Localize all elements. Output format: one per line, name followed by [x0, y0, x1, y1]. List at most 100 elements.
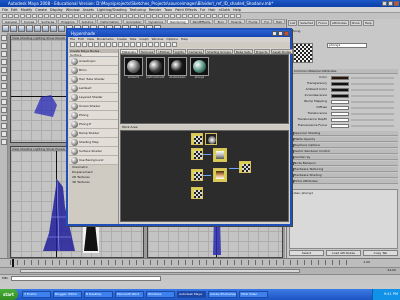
- status-line-tool-icon[interactable]: [26, 14, 31, 18]
- attribute-slider[interactable]: [351, 124, 394, 127]
- attribute-slider[interactable]: [351, 76, 394, 79]
- create-node-item[interactable]: Layered Shader: [69, 93, 118, 102]
- attribute-editor-button[interactable]: Select: [289, 250, 324, 256]
- attribute-editor-tab[interactable]: Attributes: [329, 20, 349, 26]
- taskbar-task[interactable]: Adobe Photoshop: [208, 291, 237, 298]
- attribute-field[interactable]: [331, 87, 349, 92]
- toolbox-tool-icon[interactable]: [1, 67, 7, 73]
- hypershade-tool-icon[interactable]: [136, 42, 141, 47]
- shader-node[interactable]: [191, 148, 203, 160]
- toolbox-tool-icon[interactable]: [1, 139, 7, 145]
- menu-item[interactable]: Fur: [200, 7, 205, 12]
- material-thumbnail[interactable]: lambert1: [124, 57, 143, 81]
- status-line-tool-icon[interactable]: [206, 14, 211, 18]
- hypershade-tool-icon[interactable]: [148, 42, 153, 47]
- status-line-tool-icon[interactable]: [38, 14, 43, 18]
- attribute-slider[interactable]: [351, 100, 394, 103]
- minimize-button[interactable]: [382, 1, 387, 6]
- attribute-section[interactable]: Specular Shading: [289, 131, 398, 136]
- status-line-tool-icon[interactable]: [74, 14, 79, 18]
- start-button[interactable]: start: [0, 289, 18, 300]
- material-tab-area[interactable]: lambert1 particleCloud1 shaderGlow1 phong1: [120, 54, 289, 124]
- attribute-editor-tab[interactable]: Help: [362, 20, 374, 26]
- hypershade-tool-icon[interactable]: [142, 42, 147, 47]
- status-line-tool-icon[interactable]: [218, 14, 223, 18]
- create-node-item[interactable]: Ocean Shader: [69, 102, 118, 111]
- attribute-section[interactable]: mental ray: [289, 155, 398, 160]
- status-line-tool-icon[interactable]: [44, 14, 49, 18]
- attribute-slider[interactable]: [351, 112, 394, 115]
- attribute-editor-tab[interactable]: Show: [349, 20, 362, 26]
- attribute-field[interactable]: [331, 117, 349, 122]
- status-line-tool-icon[interactable]: [182, 14, 187, 18]
- create-node-item[interactable]: Hair Tube Shader: [69, 75, 118, 84]
- hypershade-tool-icon[interactable]: [124, 42, 129, 47]
- command-input[interactable]: [11, 275, 162, 281]
- hypershade-tool-icon[interactable]: [130, 42, 135, 47]
- toolbox-tool-icon[interactable]: [1, 131, 7, 137]
- attribute-editor-button[interactable]: Copy Tab: [363, 250, 398, 256]
- maximize-button[interactable]: [388, 1, 393, 6]
- status-line-tool-icon[interactable]: [116, 14, 121, 18]
- time-slider[interactable]: 1.00: [0, 258, 400, 268]
- hypershade-tool-icon[interactable]: [106, 42, 111, 47]
- work-area[interactable]: [120, 130, 289, 222]
- attribute-field[interactable]: [331, 99, 349, 104]
- shelf-tool-icon[interactable]: [26, 25, 33, 32]
- attribute-slider[interactable]: [351, 118, 394, 121]
- shelf-tool-icon[interactable]: [34, 25, 41, 32]
- status-line-tool-icon[interactable]: [188, 14, 193, 18]
- attribute-editor-tab[interactable]: Selected: [298, 20, 316, 26]
- shelf-tool-icon[interactable]: [10, 25, 17, 32]
- menu-item[interactable]: Paint Effects: [175, 7, 197, 12]
- shader-name-field[interactable]: phong1: [327, 43, 367, 48]
- toolbox-tool-icon[interactable]: [1, 59, 7, 65]
- menu-item[interactable]: Toon: [164, 7, 172, 12]
- menu-item[interactable]: Display: [50, 7, 63, 12]
- menu-item[interactable]: Hair: [208, 7, 215, 12]
- notes-panel[interactable]: Notes: phong1: [289, 189, 398, 249]
- toolbox-tool-icon[interactable]: [1, 51, 7, 57]
- menu-item[interactable]: nCloth: [219, 7, 230, 12]
- hypershade-tool-icon[interactable]: [76, 42, 81, 47]
- status-line-tool-icon[interactable]: [20, 14, 25, 18]
- status-line-tool-icon[interactable]: [56, 14, 61, 18]
- shader-node[interactable]: [191, 187, 203, 199]
- shader-node[interactable]: [213, 168, 227, 182]
- attribute-slider[interactable]: [351, 94, 394, 97]
- attribute-section[interactable]: Common Material Attributes: [289, 69, 398, 74]
- attribute-editor-tab[interactable]: List: [288, 20, 298, 26]
- status-line-tool-icon[interactable]: [92, 14, 97, 18]
- status-line-tool-icon[interactable]: [194, 14, 199, 18]
- menu-item[interactable]: Modify: [21, 7, 33, 12]
- status-line-tool-icon[interactable]: [236, 14, 241, 18]
- create-node-item[interactable]: Shading Map: [69, 138, 118, 147]
- status-line-tool-icon[interactable]: [80, 14, 85, 18]
- taskbar-task[interactable]: Windows: [146, 291, 175, 298]
- menu-item[interactable]: Texturing: [130, 7, 146, 12]
- attribute-section[interactable]: Extra Attributes: [289, 179, 398, 184]
- attribute-field[interactable]: [331, 123, 349, 128]
- status-line-tool-icon[interactable]: [104, 14, 109, 18]
- status-line-tool-icon[interactable]: [158, 14, 163, 18]
- status-line-tool-icon[interactable]: [86, 14, 91, 18]
- attribute-field[interactable]: [331, 105, 349, 110]
- status-line-tool-icon[interactable]: [32, 14, 37, 18]
- attribute-field[interactable]: [331, 93, 349, 98]
- menu-item[interactable]: File: [2, 7, 8, 12]
- attribute-section[interactable]: Hardware Shading: [289, 173, 398, 178]
- taskbar-task[interactable]: 3 Firefox: [22, 291, 51, 298]
- create-node-item[interactable]: Use Background: [69, 156, 118, 165]
- status-line-tool-icon[interactable]: [2, 14, 7, 18]
- material-thumbnail[interactable]: particleCloud1: [146, 57, 165, 81]
- menu-item[interactable]: Assets: [83, 7, 94, 12]
- create-node-item[interactable]: Lambert: [69, 84, 118, 93]
- maximize-button[interactable]: [278, 31, 283, 36]
- attribute-field[interactable]: [331, 75, 349, 80]
- attribute-slider[interactable]: [351, 106, 394, 109]
- status-line-tool-icon[interactable]: [50, 14, 55, 18]
- attribute-editor-button[interactable]: Load Attributes: [326, 250, 361, 256]
- attribute-section[interactable]: Matte Opacity: [289, 137, 398, 142]
- toolbox-tool-icon[interactable]: [1, 91, 7, 97]
- menu-item[interactable]: Window: [66, 7, 80, 12]
